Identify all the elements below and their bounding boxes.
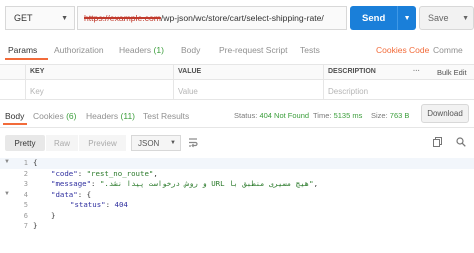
url-input[interactable]: https://example.com /wp-json/wc/store/ca… xyxy=(77,6,347,30)
code-line: } xyxy=(51,211,56,220)
code-link[interactable]: Code xyxy=(409,45,429,55)
search-icon[interactable] xyxy=(454,134,468,150)
column-description: DESCRIPTION xyxy=(328,68,376,75)
active-tab-indicator xyxy=(5,58,48,60)
preview-button[interactable]: Preview xyxy=(79,135,126,151)
send-dropdown-icon[interactable]: ▼ xyxy=(397,6,416,30)
size-indicator: Size: 763 B xyxy=(371,111,410,120)
time-indicator: Time: 5135 ms xyxy=(313,111,363,120)
current-line-highlight xyxy=(0,158,474,169)
tab-params[interactable]: Params xyxy=(8,45,37,55)
method-label: GET xyxy=(14,13,33,23)
code-line: { xyxy=(33,158,38,167)
send-label: Send xyxy=(362,12,386,24)
send-button[interactable]: Send ▼ xyxy=(350,6,416,30)
description-input[interactable]: Description xyxy=(328,87,368,96)
raw-button[interactable]: Raw xyxy=(46,135,78,151)
url-path: /wp-json/wc/store/cart/select-shipping-r… xyxy=(160,13,324,23)
line-number: 5 xyxy=(23,201,28,209)
status-indicator: Status: 404 Not Found xyxy=(234,111,310,120)
column-key: KEY xyxy=(30,68,45,75)
code-line: "data": { xyxy=(51,190,92,199)
active-tab-indicator xyxy=(3,123,27,125)
code-line: "message": "هیچ مسیری منطبق با URL و روش… xyxy=(51,179,319,188)
column-value: VALUE xyxy=(178,68,202,75)
tab-authorization[interactable]: Authorization xyxy=(54,45,104,55)
url-redacted-host: https://example.com xyxy=(84,13,161,23)
headers-count: (1) xyxy=(153,45,164,55)
code-line: "code": "rest_no_route", xyxy=(51,169,158,178)
method-select[interactable]: GET ▼ xyxy=(5,6,75,30)
tab-prerequest-script[interactable]: Pre-request Script xyxy=(219,45,288,55)
column-divider xyxy=(323,64,324,100)
tab-body[interactable]: Body xyxy=(181,45,200,55)
line-number: 3 xyxy=(23,180,28,188)
line-number: 2 xyxy=(23,170,28,178)
download-button[interactable]: Download xyxy=(421,104,469,123)
tabs-bottom-border xyxy=(0,127,474,128)
value-input[interactable]: Value xyxy=(178,87,198,96)
tab-tests[interactable]: Tests xyxy=(300,45,320,55)
save-label: Save xyxy=(428,13,449,23)
response-tab-test-results[interactable]: Test Results xyxy=(143,111,189,121)
line-number: 7 xyxy=(23,222,28,230)
pretty-button[interactable]: Pretty xyxy=(5,135,45,151)
tab-headers[interactable]: Headers (1) xyxy=(119,45,164,55)
chevron-down-icon[interactable]: ▼ xyxy=(462,15,469,22)
line-number: 1 xyxy=(23,159,28,167)
copy-icon[interactable] xyxy=(430,134,444,150)
response-tab-cookies[interactable]: Cookies (6) xyxy=(33,111,76,121)
more-options-icon[interactable]: ··· xyxy=(413,68,420,75)
chevron-down-icon: ▼ xyxy=(61,15,68,22)
table-bottom-border xyxy=(0,99,474,100)
column-divider xyxy=(173,64,174,100)
response-tab-headers[interactable]: Headers (11) xyxy=(86,111,135,121)
params-table-header xyxy=(0,64,474,80)
column-divider xyxy=(25,64,26,100)
response-tab-body[interactable]: Body xyxy=(5,111,24,121)
fold-arrow-icon[interactable]: ▼ xyxy=(4,159,10,165)
comments-link[interactable]: Comme xyxy=(433,45,463,55)
bulk-edit-link[interactable]: Bulk Edit xyxy=(437,68,467,77)
format-select[interactable]: JSON ▼ xyxy=(131,135,181,151)
key-input[interactable]: Key xyxy=(30,87,44,96)
cookies-link[interactable]: Cookies xyxy=(376,45,407,55)
code-line: } xyxy=(33,221,38,230)
format-label: JSON xyxy=(138,138,160,148)
code-line: "status": 404 xyxy=(70,200,128,209)
line-number: 6 xyxy=(23,212,28,220)
line-number: 4 xyxy=(23,191,28,199)
fold-arrow-icon[interactable]: ▼ xyxy=(4,191,10,197)
wrap-lines-icon[interactable] xyxy=(188,137,198,148)
save-button[interactable]: Save ▼ xyxy=(419,6,474,30)
chevron-down-icon: ▼ xyxy=(170,140,176,146)
